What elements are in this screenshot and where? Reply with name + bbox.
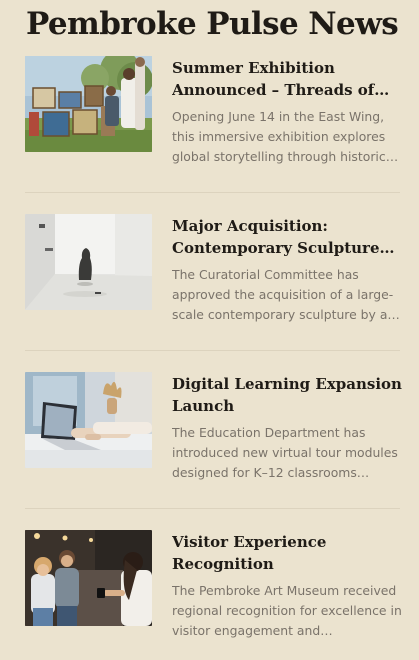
gallery-sculpture-image[interactable]: [25, 214, 152, 310]
article-headline[interactable]: Visitor Experience Recognition: [172, 531, 402, 575]
article-card-visitor-experience[interactable]: Visitor Experience Recognition The Pembr…: [25, 530, 402, 660]
article-excerpt: The Education Department has introduced …: [172, 425, 398, 480]
article-excerpt: The Pembroke Art Museum received regiona…: [172, 583, 402, 638]
divider: [25, 508, 400, 509]
divider: [25, 350, 400, 351]
article-headline[interactable]: Major Acquisition: Contemporary Sculptur…: [172, 215, 402, 259]
divider: [25, 192, 400, 193]
page-title: Pembroke Pulse News: [26, 6, 399, 42]
article-headline[interactable]: Summer Exhibition Announced – Threads of…: [172, 57, 402, 101]
article-excerpt: Opening June 14 in the East Wing, this i…: [172, 109, 386, 164]
article-headline[interactable]: Digital Learning Expansion Launch: [172, 373, 402, 417]
visitors-guide-image[interactable]: [25, 530, 152, 626]
laptop-learning-image[interactable]: [25, 372, 152, 468]
outdoor-art-display-image[interactable]: [25, 56, 152, 152]
article-excerpt: The Curatorial Committee has approved th…: [172, 267, 400, 322]
